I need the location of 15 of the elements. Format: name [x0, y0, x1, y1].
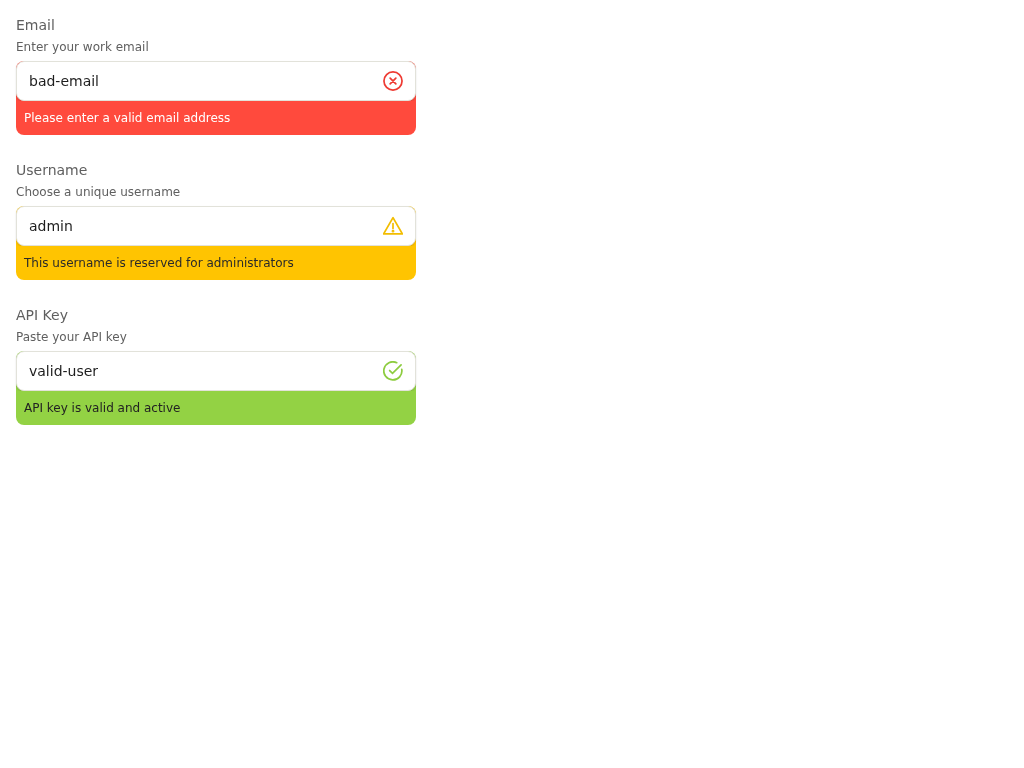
circle-x-icon [383, 71, 403, 91]
input-field[interactable]: admin [16, 206, 416, 246]
validation-message: Please enter a valid email address [16, 101, 416, 135]
field-label: API Key [16, 306, 68, 324]
helper-text: Choose a unique username [16, 184, 181, 200]
warning-triangle-icon [383, 216, 403, 236]
helper-text: Enter your work email [16, 39, 149, 55]
helper-text: Paste your API key [16, 329, 127, 345]
validation-message: This username is reserved for administrators [16, 246, 416, 280]
input-field[interactable]: valid-user [16, 351, 416, 391]
input-field[interactable]: bad-email [16, 61, 416, 101]
circle-check-icon [383, 361, 403, 381]
field-label: Username [16, 161, 88, 179]
field-label: Email [16, 16, 55, 34]
validation-message: API key is valid and active [16, 391, 416, 425]
